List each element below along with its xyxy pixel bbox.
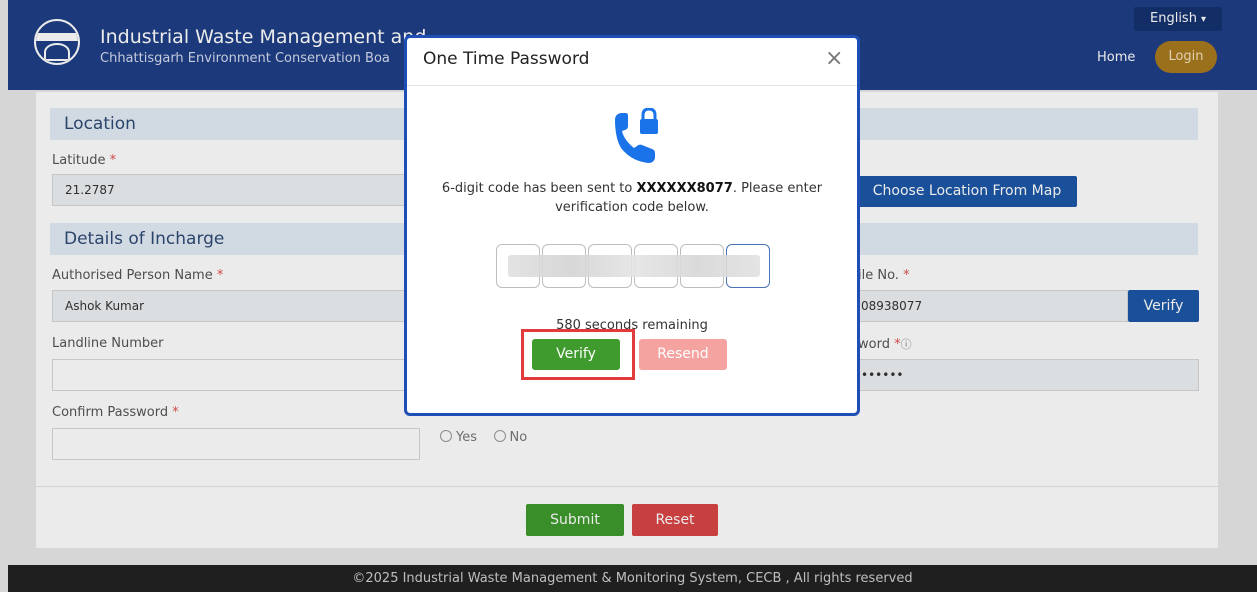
modal-header-divider (407, 85, 857, 86)
otp-redaction-blur (508, 255, 760, 277)
otp-modal: One Time Password × 6-digit code has bee… (404, 35, 860, 416)
code-sent-message: 6-digit code has been sent to XXXXXX8077… (441, 181, 823, 215)
phone-lock-icon (615, 108, 658, 163)
modal-title: One Time Password (423, 49, 590, 69)
close-icon[interactable]: × (825, 46, 843, 71)
otp-verify-button[interactable]: Verify (532, 339, 620, 370)
otp-resend-button[interactable]: Resend (639, 339, 727, 370)
masked-phone-number: XXXXXX8077 (636, 181, 733, 196)
